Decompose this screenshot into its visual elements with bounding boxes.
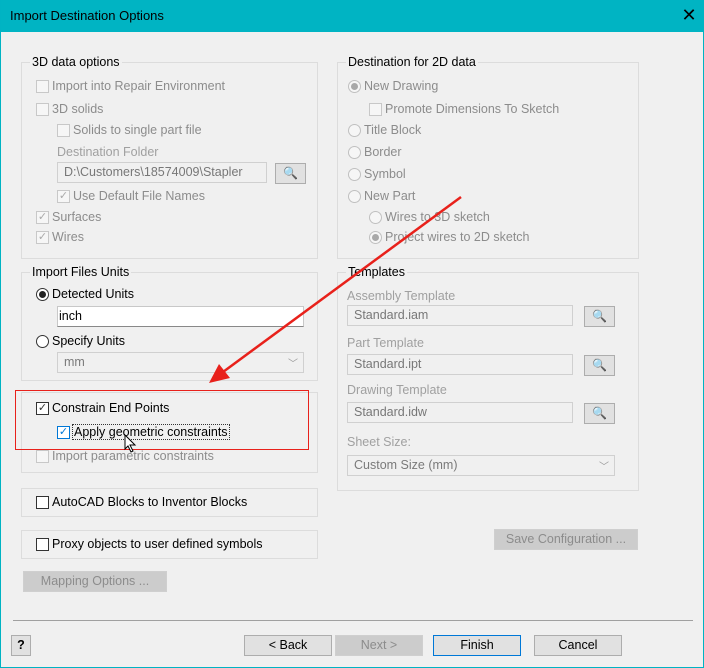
dialog-window: Import Destination Options ✕ 3D data opt…	[0, 0, 704, 668]
annotation-arrow	[209, 195, 462, 383]
mouse-cursor-icon	[124, 434, 137, 453]
